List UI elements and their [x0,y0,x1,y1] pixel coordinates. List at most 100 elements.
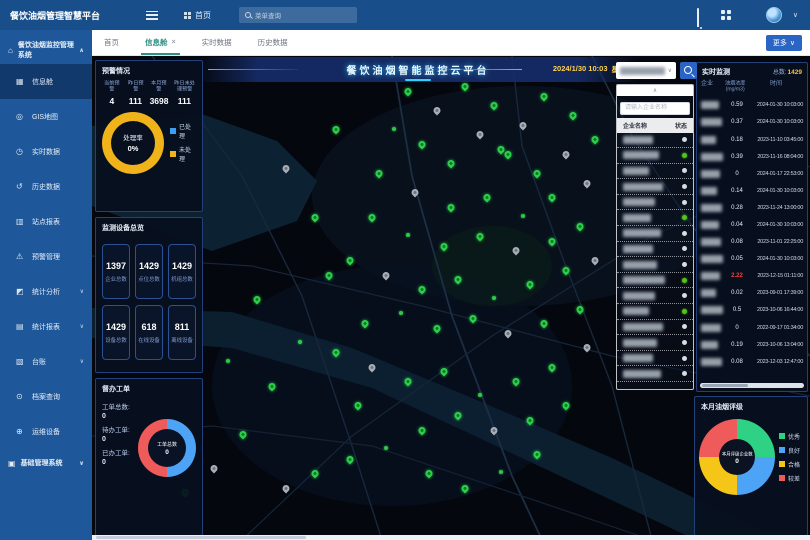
map-dot-icon[interactable] [298,340,302,344]
user-menu-chevron-icon[interactable]: ∨ [793,11,798,19]
tab-历史数据[interactable]: 历史数据 [258,30,288,55]
concentration-value: 0.39 [725,154,749,160]
company-list-row[interactable] [617,351,693,367]
map-dot-icon[interactable] [478,393,482,397]
device-stat-离线设备[interactable]: 811离线设备 [168,305,196,360]
realtime-row[interactable]: 2.222023-12-15 01:11:00 [697,268,807,285]
sidebar-item-label: 预警管理 [32,252,60,262]
company-name-blurred [623,276,665,284]
company-list-row[interactable] [617,226,693,242]
legend-label: 良好 [788,446,800,455]
realtime-panel-title: 实时监测 [702,67,730,77]
device-stat-设备总数[interactable]: 1429设备总数 [102,305,130,360]
realtime-row[interactable]: 0.52023-10-06 16:44:00 [697,302,807,319]
company-list-row[interactable] [617,257,693,273]
map-dot-icon[interactable] [492,296,496,300]
sidebar-item-预警管理[interactable]: ⚠预警管理 [0,239,92,274]
sidebar-item-label: GIS地图 [32,112,58,122]
company-list-row[interactable] [617,195,693,211]
realtime-row[interactable]: 0.282023-11-24 13:00:00 [697,199,807,216]
menu-search-input[interactable]: 菜单查询 [239,7,357,23]
company-list-row[interactable] [617,288,693,304]
device-stat-在线设备[interactable]: 618在线设备 [135,305,163,360]
company-name-input[interactable] [620,102,690,115]
workorder-panel-title: 督办工单 [96,379,202,397]
realtime-row[interactable]: 0.372024-01-30 10:03:00 [697,114,807,131]
more-button[interactable]: 更多∨ [766,35,802,51]
apps-grid-icon[interactable] [720,9,732,21]
map-dot-icon[interactable] [406,233,410,237]
sidebar-item-运维设备[interactable]: ⊕运维设备 [0,414,92,449]
map-dot-icon[interactable] [499,470,503,474]
sidebar-section-monitor-system[interactable]: ⌂ 餐饮油烟监控管理系统 ∧ [0,36,92,64]
chevron-down-icon: ∨ [80,358,84,365]
sidebar-item-GIS地图[interactable]: ◎GIS地图 [0,99,92,134]
company-list-row[interactable] [617,366,693,382]
sidebar-section-base-system[interactable]: ▣ 基础管理系统 ∨ [0,449,92,477]
notification-bell-icon[interactable] [697,9,709,21]
device-stat-点位总数[interactable]: 1429点位总数 [135,244,163,299]
company-list-row[interactable] [617,304,693,320]
company-search-button[interactable] [680,62,697,79]
close-icon[interactable]: × [172,39,176,46]
device-stat-企业总数[interactable]: 1397企业总数 [102,244,130,299]
sidebar-item-档案查询[interactable]: ⊙档案查询 [0,379,92,414]
company-list-row[interactable] [617,335,693,351]
sidebar-item-历史数据[interactable]: ↺历史数据 [0,169,92,204]
realtime-row[interactable]: 02022-09-17 01:34:00 [697,319,807,336]
realtime-row[interactable]: 0.022023-09-01 17:39:00 [697,285,807,302]
tab-信息舱[interactable]: 信息舱× [145,30,176,55]
realtime-row[interactable]: 0.592024-01-30 10:03:00 [697,97,807,114]
tab-label: 实时数据 [202,37,232,48]
dropdown-collapse-button[interactable]: ∧ [617,85,693,96]
flame-icon[interactable] [743,9,755,21]
sidebar-item-站点报表[interactable]: ▥站点报表 [0,204,92,239]
realtime-row[interactable]: 0.052024-01-30 10:03:00 [697,251,807,268]
sidebar-item-统计分析[interactable]: ◩统计分析∨ [0,274,92,309]
warning-stat: 昨日未处理预警111 [171,81,198,106]
realtime-row[interactable]: 0.042024-01-30 10:03:00 [697,216,807,233]
realtime-row[interactable]: 0.182023-11-10 03:45:00 [697,131,807,148]
realtime-hscrollbar[interactable] [700,383,804,388]
company-select[interactable]: ∨ [616,62,676,79]
sidebar-item-统计报表[interactable]: ▤统计报表∨ [0,309,92,344]
company-list-row[interactable] [617,210,693,226]
device-stat-机组总数[interactable]: 1429机组总数 [168,244,196,299]
sidebar-item-信息舱[interactable]: ▦信息舱 [0,64,92,99]
company-list-row[interactable] [617,148,693,164]
map-dot-icon[interactable] [521,214,525,218]
tab-实时数据[interactable]: 实时数据 [202,30,232,55]
company-list-row[interactable] [617,320,693,336]
realtime-row[interactable]: 0.082023-11-01 22:25:00 [697,234,807,251]
company-list-row[interactable] [617,179,693,195]
status-dot-off [682,168,687,173]
realtime-company-blurred [701,131,725,149]
company-name-blurred [701,358,722,366]
realtime-row[interactable]: 0.082023-12-03 12:47:00 [697,353,807,370]
map-dot-icon[interactable] [392,127,396,131]
workorder-stat-label: 已办工单: [102,447,138,457]
company-list-row[interactable] [617,273,693,289]
hamburger-menu-icon[interactable] [146,11,158,20]
top-header: 餐饮油烟管理智慧平台 首页 菜单查询 ∨ [0,0,810,30]
realtime-row[interactable]: 02024-01-17 22:53:00 [697,165,807,182]
company-list-row[interactable] [617,133,693,149]
company-list-row[interactable] [617,242,693,258]
device-stat-value: 1429 [139,261,159,271]
sidebar-item-台账[interactable]: ▧台账∨ [0,344,92,379]
sidebar-item-实时数据[interactable]: ◷实时数据 [0,134,92,169]
tab-首页[interactable]: 首页 [104,30,119,55]
status-dot-off [682,137,687,142]
map-dot-icon[interactable] [399,311,403,315]
realtime-row[interactable]: 0.392023-11-16 08:04:00 [697,148,807,165]
realtime-row[interactable]: 0.192023-10-06 13:04:00 [697,336,807,353]
realtime-row[interactable]: 0.142024-01-30 10:03:00 [697,182,807,199]
realtime-company-blurred [701,233,725,251]
company-list-row[interactable] [617,164,693,180]
map-dot-icon[interactable] [384,446,388,450]
realtime-company-blurred [701,165,725,183]
map-dot-icon[interactable] [226,359,230,363]
header-home-link[interactable]: 首页 [184,10,211,21]
page-hscrollbar[interactable] [92,535,810,540]
user-avatar[interactable] [766,7,782,23]
